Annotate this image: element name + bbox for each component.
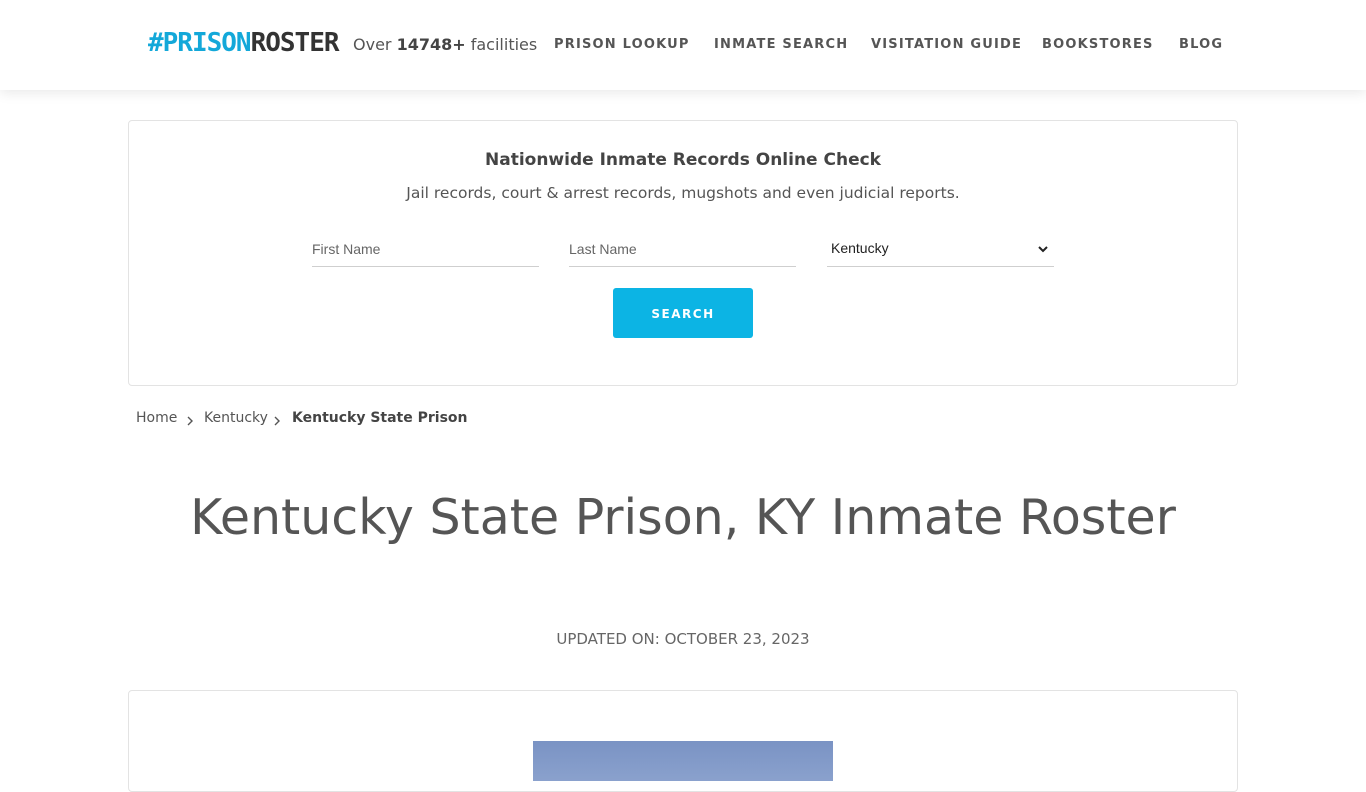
facilities-count-text: Over 14748+ facilities [353,34,537,56]
content-card [128,690,1238,792]
breadcrumb-home[interactable]: Home [136,408,177,428]
nav-bookstores[interactable]: BOOKSTORES [1042,37,1154,53]
facility-image [533,741,833,781]
nav-blog[interactable]: BLOG [1179,37,1223,53]
state-select[interactable]: Kentucky [827,233,1054,267]
first-name-field [312,233,539,267]
nav-inmate-search[interactable]: INMATE SEARCH [714,37,848,53]
nav-prison-lookup[interactable]: PRISON LOOKUP [554,37,690,53]
last-name-field [569,233,796,267]
logo-prefix: #PRISON [148,28,252,58]
facilities-before: Over [353,35,397,54]
site-header: #PRISONROSTER Over 14748+ facilities PRI… [0,0,1366,90]
first-name-input[interactable] [312,233,539,265]
page-title: Kentucky State Prison, KY Inmate Roster [190,489,1176,546]
facilities-after: facilities [465,35,538,54]
nav-visitation-guide[interactable]: VISITATION GUIDE [871,37,1022,53]
updated-date: UPDATED ON: OCTOBER 23, 2023 [556,630,810,648]
chevron-right-icon [272,412,282,426]
facilities-count: 14748+ [396,35,466,54]
site-logo[interactable]: #PRISONROSTER [148,28,339,58]
search-button[interactable]: SEARCH [613,288,753,338]
search-card-subtitle: Jail records, court & arrest records, mu… [406,184,960,202]
last-name-input[interactable] [569,233,796,265]
logo-suffix: ROSTER [250,28,340,58]
breadcrumb-current: Kentucky State Prison [292,410,468,426]
chevron-down-icon [1036,242,1050,256]
breadcrumb-kentucky[interactable]: Kentucky [204,408,268,428]
state-select-value: Kentucky [831,240,889,256]
search-card-title: Nationwide Inmate Records Online Check [485,150,881,170]
chevron-right-icon [185,412,195,426]
inmate-search-card: Nationwide Inmate Records Online Check J… [128,120,1238,386]
